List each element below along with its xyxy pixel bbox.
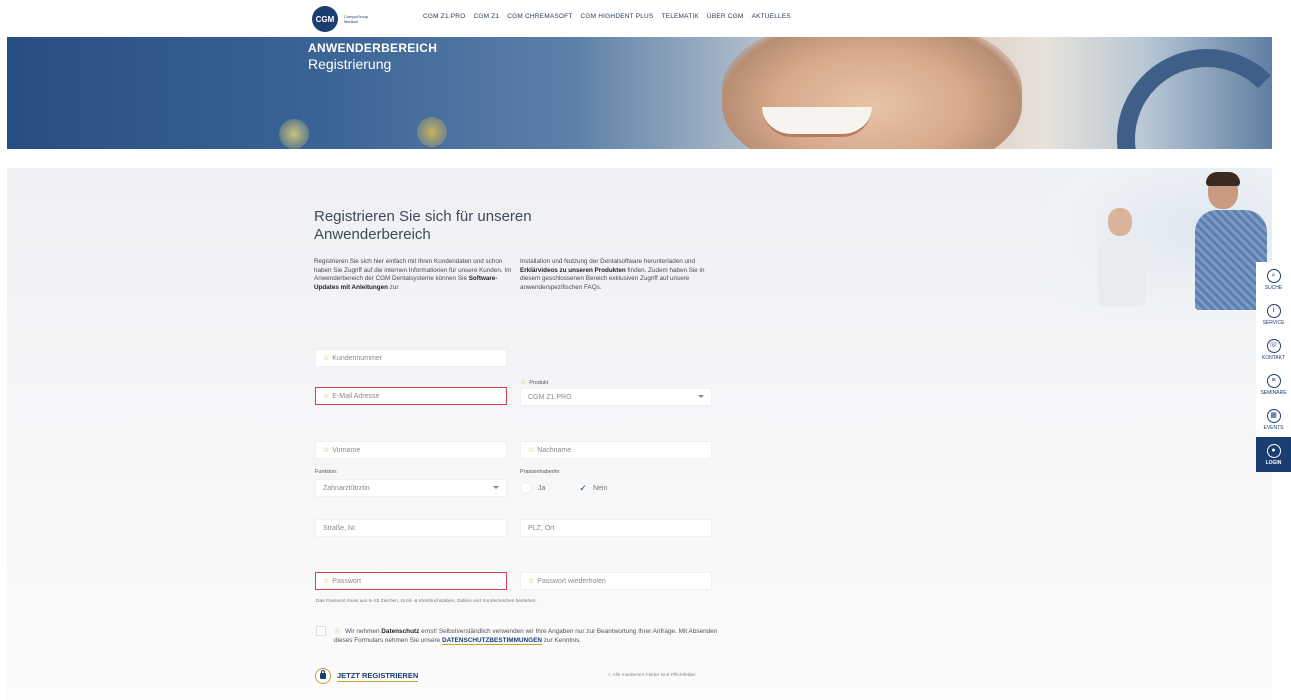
sidebar-item-suche[interactable]: ⌕ SUCHE: [1256, 262, 1291, 297]
cgm-logo-badge: CGM: [312, 6, 338, 32]
required-star-icon: ☆: [528, 578, 535, 585]
sidebar-item-events[interactable]: ▦ EVENTS: [1256, 402, 1291, 437]
vorname-input[interactable]: ☆ Vorname: [315, 441, 507, 459]
cgm-logo[interactable]: CGM CompuGroup Medical: [312, 6, 392, 32]
side-toolbar: ⌕ SUCHE i SERVICE ☏ KONTAKT ≡ SEMINARE ▦…: [1256, 262, 1291, 472]
chevron-down-icon: [698, 395, 704, 398]
produkt-select[interactable]: CGM Z1.PRO: [520, 388, 712, 406]
graduation-cap-icon: ≡: [1266, 373, 1281, 388]
passwort-input[interactable]: ☆ Passwort: [315, 572, 507, 590]
hero-title: ANWENDERBEREICH: [308, 41, 438, 55]
email-input[interactable]: ☆ E-Mail Adresse: [315, 387, 507, 405]
nachname-input[interactable]: ☆ Nachname: [520, 441, 712, 459]
checkmark-icon[interactable]: ✓: [579, 483, 587, 494]
register-button-label: JETZT REGISTRIEREN: [337, 670, 419, 682]
nav-telematik[interactable]: TELEMATIK: [661, 13, 698, 20]
hero-photo-face: [722, 37, 1022, 149]
kundennummer-input[interactable]: ☆ Kundennummer: [315, 349, 507, 367]
sidebar-item-service[interactable]: i SERVICE: [1256, 297, 1291, 332]
funktion-label: Funktion:: [315, 469, 338, 475]
team-photo-person: [1108, 208, 1132, 236]
hero-subtitle: Registrierung: [308, 56, 392, 72]
funktion-select[interactable]: Zahnarzt/ärztin: [315, 479, 507, 497]
nav-cgm-highdent-plus[interactable]: CGM HIGHDENT PLUS: [581, 13, 654, 20]
hero-bokeh: [279, 119, 309, 149]
intro-text-left: Registrieren Sie sich hier einfach mit I…: [314, 258, 512, 291]
register-button[interactable]: JETZT REGISTRIEREN: [315, 668, 419, 684]
cgm-logo-subtext: CompuGroup Medical: [344, 14, 369, 24]
strasse-input[interactable]: Straße, Nr.: [315, 519, 507, 537]
hero-photo-ring: [1117, 49, 1272, 149]
required-fields-note: ☆ Alle markierten Felder sind Pflichtfel…: [607, 673, 697, 678]
page-heading: Registrieren Sie sich für unseren Anwend…: [314, 208, 532, 243]
hero-banner: [7, 37, 1272, 149]
nav-cgm-chremasoft[interactable]: CGM CHREMASOFT: [507, 13, 572, 20]
lock-icon: ●: [1266, 443, 1281, 458]
radio-ja-label: Ja: [538, 484, 546, 492]
hero-photo-smile: [762, 107, 872, 137]
calendar-icon: ▦: [1266, 408, 1281, 423]
datenschutz-checkbox[interactable]: [316, 626, 326, 636]
required-star-icon: ☆: [323, 355, 330, 362]
nav-ueber-cgm[interactable]: ÜBER CGM: [707, 13, 744, 20]
produkt-label: ☆ Produkt: [520, 379, 549, 386]
search-icon: ⌕: [1266, 268, 1281, 283]
praxisinhaber-radio-group: Ja ✓ Nein: [520, 482, 607, 494]
required-star-icon: ☆: [528, 447, 535, 454]
team-photo-person: [1206, 172, 1240, 186]
info-icon: i: [1266, 303, 1281, 318]
plz-ort-input[interactable]: PLZ, Ort: [520, 519, 712, 537]
team-photo-person: [1098, 236, 1146, 306]
radio-nein-label: Nein: [592, 484, 608, 492]
datenschutz-text: ☆ Wir nehmen Datenschutz ernst! Selbstve…: [334, 628, 718, 645]
nav-aktuelles[interactable]: AKTUELLES: [752, 13, 791, 20]
required-star-icon: ☆: [323, 578, 330, 585]
datenschutz-link[interactable]: DATENSCHUTZBESTIMMUNGEN: [441, 637, 542, 645]
praxisinhaber-label: Praxisinhaber/in: [520, 469, 560, 475]
intro-text-right: Installation und Nutzung der Dentalsoftw…: [520, 258, 705, 291]
chevron-down-icon: [493, 486, 499, 489]
nav-cgm-z1[interactable]: CGM Z1: [473, 13, 499, 20]
lock-icon: [315, 668, 331, 684]
phone-icon: ☏: [1266, 338, 1281, 353]
nav-cgm-z1pro[interactable]: CGM Z1.PRO: [423, 13, 465, 20]
top-navigation: CGM CompuGroup Medical CGM Z1.PRO CGM Z1…: [0, 0, 1291, 37]
required-star-icon: ☆: [323, 447, 330, 454]
sidebar-item-kontakt[interactable]: ☏ KONTAKT: [1256, 332, 1291, 367]
passwort-wiederholen-input[interactable]: ☆ Passwort wiederholen: [520, 572, 712, 590]
sidebar-item-login[interactable]: ● LOGIN: [1256, 437, 1291, 472]
hero-bokeh: [417, 117, 447, 147]
required-star-icon: ☆: [323, 393, 330, 400]
password-hint: Das Passwort muss aus 8–20 Zeichen, Groß…: [316, 599, 537, 604]
radio-ja[interactable]: [520, 482, 532, 494]
main-nav: CGM Z1.PRO CGM Z1 CGM CHREMASOFT CGM HIG…: [423, 13, 791, 20]
sidebar-item-seminare[interactable]: ≡ SEMINARE: [1256, 367, 1291, 402]
